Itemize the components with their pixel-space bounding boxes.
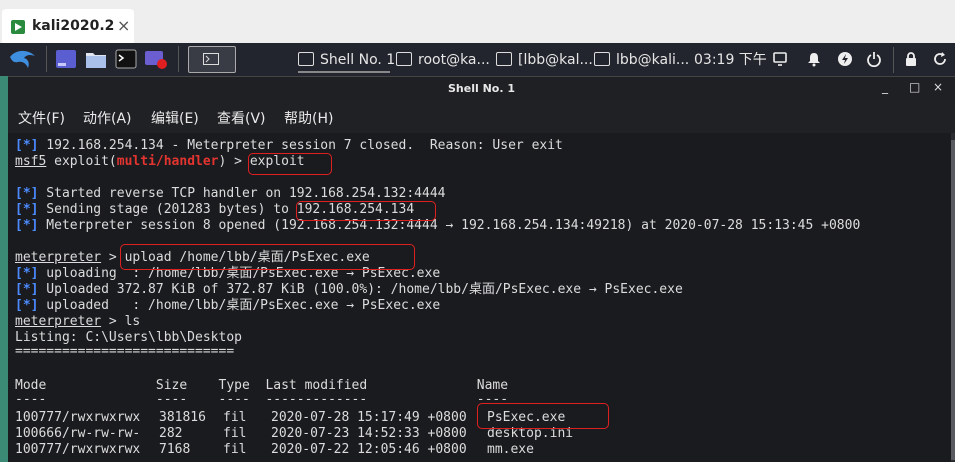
file-modified-cell: 2020-07-23 14:52:33 +0800 (271, 426, 467, 441)
table-header-underline: ---- ---- ---- ------------- ---- (15, 392, 509, 407)
task-label: Shell No. 1 (320, 52, 396, 68)
file-modified-cell: 2020-07-28 15:17:49 +0800 (271, 410, 467, 425)
highlight-psexec-file (477, 403, 609, 429)
highlight-target-ip (296, 201, 436, 221)
file-type-cell: fil (223, 442, 247, 457)
output-line: [*] uploaded : /home/lbb/桌面/PsExec.exe →… (15, 298, 441, 313)
panel-separator (893, 47, 894, 73)
terminal-output[interactable]: [*] 192.168.254.134 - Meterpreter sessio… (8, 133, 955, 462)
terminal-window-icon (203, 53, 219, 65)
file-mode-cell: 100666/rw-rw-rw- (15, 426, 141, 441)
terminal-task-icon (396, 52, 412, 66)
power-icon[interactable] (866, 51, 882, 67)
listing-underline: ============================ (15, 344, 235, 359)
terminal-task-icon (496, 52, 512, 66)
highlight-exploit-cmd (248, 153, 332, 175)
task-lbb[interactable]: lbb@kali... (594, 49, 690, 71)
menu-view[interactable]: 查看(V) (217, 108, 266, 128)
output-line: [*] Started reverse TCP handler on 192.1… (15, 186, 446, 201)
file-mode-cell: 100777/rwxrwxrwx (15, 442, 141, 457)
output-line: [*] 192.168.254.134 - Meterpreter sessio… (15, 138, 563, 153)
file-size-cell: 7168 (159, 442, 191, 457)
notification-bell-icon[interactable] (806, 51, 822, 67)
kali-dragon-icon[interactable] (8, 47, 38, 71)
meterpreter-prompt-line: meterpreter > ls (15, 314, 141, 329)
vm-tab-kali[interactable]: kali2020.2 × (2, 9, 134, 43)
highlight-upload-cmd (120, 244, 415, 270)
active-workspace-thumbnail[interactable] (188, 46, 236, 73)
menu-edit[interactable]: 编辑(E) (151, 108, 199, 128)
scrollbar-thumb[interactable] (951, 140, 955, 460)
lock-icon[interactable] (903, 51, 919, 67)
menu-file[interactable]: 文件(F) (18, 108, 65, 128)
vm-icon (11, 20, 25, 34)
output-line: [*] Uploaded 372.87 KiB of 372.87 KiB (1… (15, 282, 683, 297)
clock[interactable]: 03:19 下午 (694, 49, 767, 71)
vm-tab-title: kali2020.2 (32, 18, 115, 34)
power-manager-icon[interactable] (837, 51, 853, 67)
file-modified-cell: 2020-07-22 12:05:46 +0800 (271, 442, 467, 457)
task-shell-no-1[interactable]: Shell No. 1 (298, 49, 395, 73)
minimize-icon[interactable]: _ (882, 80, 888, 94)
desktop-background (0, 76, 8, 462)
vm-tab-bar: kali2020.2 × (0, 0, 955, 43)
kali-panel: Shell No. 1 root@ka... [lbb@kal... lbb@k… (0, 43, 955, 77)
menu-action[interactable]: 动作(A) (83, 108, 132, 128)
terminal-task-icon (298, 52, 314, 66)
maximize-icon[interactable]: □ (909, 80, 920, 94)
files-icon[interactable] (85, 48, 107, 70)
terminal-task-icon (594, 52, 610, 66)
file-size-cell: 282 (159, 426, 183, 441)
workspace-icon[interactable] (55, 48, 77, 70)
terminal-icon[interactable] (115, 48, 137, 70)
menu-bar: 文件(F) 动作(A) 编辑(E) 查看(V) 帮助(H) (8, 101, 955, 133)
output-line: [*] Meterpreter session 8 opened (192.16… (15, 218, 861, 233)
vm-tab-close-icon[interactable]: × (117, 16, 130, 35)
task-root[interactable]: root@ka... (396, 49, 490, 71)
task-label: root@ka... (418, 52, 490, 68)
menu-help[interactable]: 帮助(H) (284, 108, 333, 128)
file-name-cell: mm.exe (487, 442, 534, 457)
task-label: [lbb@kal... (518, 52, 593, 68)
window-title: Shell No. 1 (447, 82, 515, 95)
task-lbb-bracket[interactable]: [lbb@kal... (496, 49, 593, 71)
file-type-cell: fil (223, 410, 247, 425)
recorder-icon[interactable] (144, 48, 168, 70)
file-size-cell: 381816 (159, 410, 206, 425)
display-icon[interactable] (772, 51, 788, 67)
panel-separator (178, 46, 179, 72)
file-type-cell: fil (223, 426, 247, 441)
file-mode-cell: 100777/rwxrwxrwx (15, 410, 141, 425)
panel-separator (46, 46, 47, 72)
terminal-titlebar[interactable]: Shell No. 1 _ □ × (8, 77, 955, 101)
task-label: lbb@kali... (616, 52, 690, 68)
close-icon[interactable]: × (933, 80, 943, 94)
refresh-icon[interactable] (932, 51, 948, 67)
